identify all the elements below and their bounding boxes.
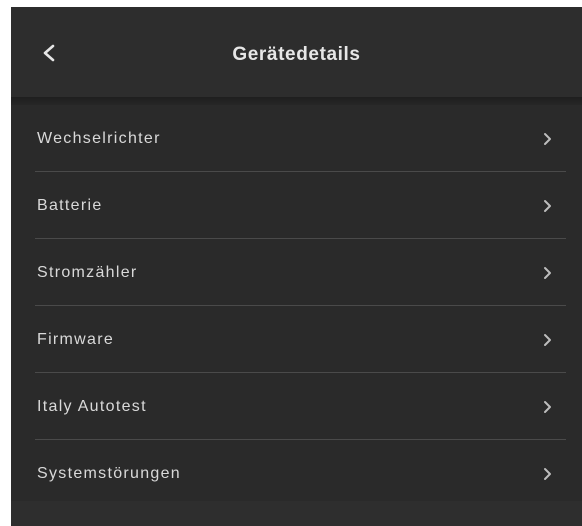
list-item-firmware[interactable]: Firmware [11,306,582,373]
chevron-right-icon [543,172,552,239]
chevron-right-icon [543,373,552,440]
device-details-list: Wechselrichter Batterie Stromzähler Firm… [11,105,582,507]
header-divider [11,97,582,105]
list-item-label: Italy Autotest [37,397,147,415]
chevron-right-icon [543,440,552,507]
chevron-right-icon [543,239,552,306]
list-item-systemstoerungen[interactable]: Systemstörungen [11,440,582,507]
list-item-label: Batterie [37,196,103,214]
chevron-right-icon [543,105,552,172]
list-item-italy-autotest[interactable]: Italy Autotest [11,373,582,440]
list-item-label: Stromzähler [37,263,138,281]
list-item-wechselrichter[interactable]: Wechselrichter [11,105,582,172]
header-bar [11,7,582,97]
device-details-screen: Gerätedetails Wechselrichter Batterie St… [11,7,582,526]
list-item-label: Systemstörungen [37,464,182,482]
list-item-stromzaehler[interactable]: Stromzähler [11,239,582,306]
footer-bar [11,501,582,526]
chevron-right-icon [543,306,552,373]
back-button[interactable] [33,37,65,69]
list-item-batterie[interactable]: Batterie [11,172,582,239]
list-item-label: Wechselrichter [37,129,161,147]
list-item-label: Firmware [37,330,115,348]
chevron-left-icon [43,44,55,62]
